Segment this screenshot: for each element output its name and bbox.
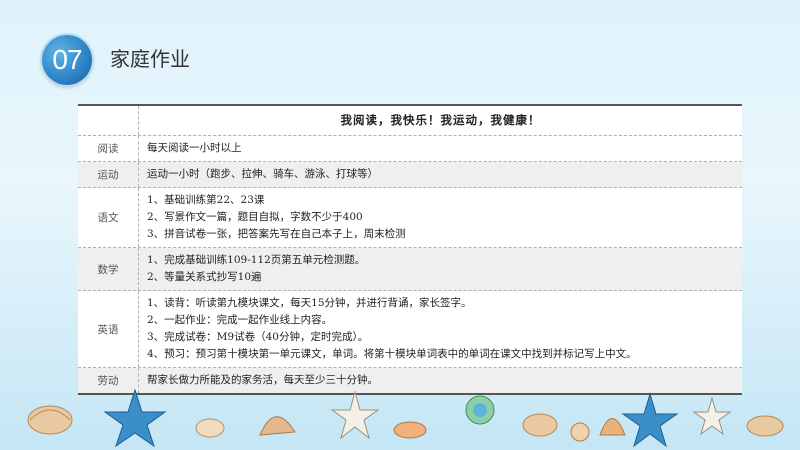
seashell-icon	[393, 421, 427, 439]
starfish-icon	[103, 388, 167, 448]
task-line: 1、完成基础训练109-112页第五单元检测题。	[147, 254, 366, 266]
task-line: 3、拼音试卷一张，把答案先写在自己本子上，周末检测	[147, 228, 406, 240]
table-header: 我阅读，我快乐！我运动，我健康！	[340, 113, 541, 127]
sea-urchin-icon	[465, 395, 495, 425]
table-row: 阅读 每天阅读一小时以上	[78, 136, 742, 162]
row-content-math: 1、完成基础训练109-112页第五单元检测题。 2、等量关系式抄写10遍	[139, 248, 742, 290]
row-content-chinese: 1、基础训练第22、23课 2、写景作文一篇，题目自拟，字数不少于400 3、拼…	[139, 188, 742, 247]
task-line: 运动一小时（跑步、拉伸、骑车、游泳、打球等）	[147, 168, 378, 180]
task-line: 2、写景作文一篇，题目自拟，字数不少于400	[147, 211, 363, 223]
starfish-icon	[330, 390, 380, 440]
row-label-math: 数学	[78, 248, 139, 290]
seashell-icon	[746, 415, 784, 437]
homework-table: 我阅读，我快乐！我运动，我健康！ 阅读 每天阅读一小时以上 运动 运动一小时（跑…	[78, 104, 742, 395]
row-label-chinese: 语文	[78, 188, 139, 247]
seashell-border	[27, 388, 784, 448]
seashell-icon	[599, 418, 626, 436]
row-content-reading: 每天阅读一小时以上	[139, 136, 742, 161]
table-header-row: 我阅读，我快乐！我运动，我健康！	[78, 106, 742, 136]
seashell-icon	[522, 413, 558, 437]
table-row: 数学 1、完成基础训练109-112页第五单元检测题。 2、等量关系式抄写10遍	[78, 248, 742, 291]
header-label-cell	[78, 106, 139, 135]
task-line: 2、一起作业：完成一起作业线上内容。	[147, 314, 333, 326]
task-line: 3、完成试卷：M9试卷（40分钟，定时完成）。	[147, 331, 369, 343]
row-label-reading: 阅读	[78, 136, 139, 161]
starfish-icon	[692, 396, 732, 436]
task-line: 1、读背：听读第九模块课文，每天15分钟，并进行背诵，家长签字。	[147, 297, 472, 309]
table-row: 语文 1、基础训练第22、23课 2、写景作文一篇，题目自拟，字数不少于400 …	[78, 188, 742, 248]
row-label-english: 英语	[78, 291, 139, 367]
task-line: 每天阅读一小时以上	[147, 142, 242, 154]
seashell-icon	[27, 405, 73, 435]
page-title: 家庭作业	[110, 47, 190, 71]
task-line: 4、预习：预习第十模块第一单元课文，单词。将第十模块单词表中的单词在课文中找到并…	[147, 348, 637, 360]
starfish-icon	[621, 392, 679, 448]
seashell-icon	[195, 418, 225, 438]
row-label-exercise: 运动	[78, 162, 139, 187]
snail-shell-icon	[570, 422, 590, 442]
row-content-exercise: 运动一小时（跑步、拉伸、骑车、游泳、打球等）	[139, 162, 742, 187]
seashell-icon	[259, 416, 296, 436]
task-line: 1、基础训练第22、23课	[147, 194, 265, 206]
section-number-badge: 07	[42, 35, 92, 85]
task-line: 2、等量关系式抄写10遍	[147, 271, 262, 283]
row-content-english: 1、读背：听读第九模块课文，每天15分钟，并进行背诵，家长签字。 2、一起作业：…	[139, 291, 742, 367]
table-row: 英语 1、读背：听读第九模块课文，每天15分钟，并进行背诵，家长签字。 2、一起…	[78, 291, 742, 368]
table-row: 运动 运动一小时（跑步、拉伸、骑车、游泳、打球等）	[78, 162, 742, 188]
